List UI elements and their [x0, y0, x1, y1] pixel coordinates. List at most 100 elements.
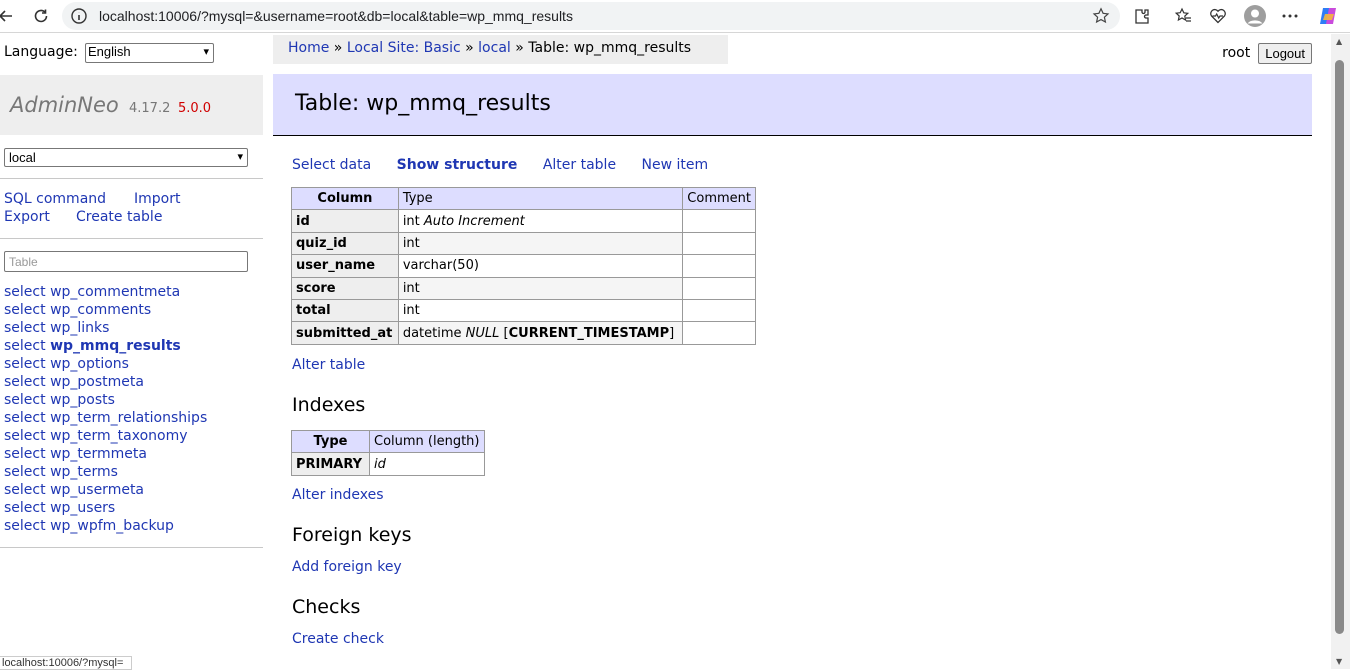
alter-indexes-link[interactable]: Alter indexes	[292, 487, 384, 503]
vertical-scrollbar[interactable]: ▲ ▼	[1331, 34, 1350, 669]
column-type-cell: int	[397, 276, 684, 300]
column-type: varchar(50)	[402, 258, 479, 274]
language-select[interactable]: English ▾	[85, 43, 214, 63]
table-row: quiz_id int	[291, 231, 756, 256]
select-link[interactable]: select	[4, 446, 46, 462]
table-list-item: select wp_termmeta	[4, 445, 207, 463]
page-header: Table: wp_mmq_results	[273, 74, 1312, 136]
select-link[interactable]: select	[4, 356, 46, 372]
column-name: score	[291, 276, 399, 300]
breadcrumb-current: Table: wp_mmq_results	[528, 40, 692, 56]
scroll-down-icon[interactable]: ▼	[1336, 657, 1342, 666]
table-link[interactable]: wp_wpfm_backup	[50, 518, 174, 534]
column-type-cell: int Auto Increment	[397, 209, 684, 233]
reload-icon[interactable]	[29, 4, 53, 28]
back-icon[interactable]	[0, 4, 18, 28]
table-list-item: select wp_wpfm_backup	[4, 517, 207, 535]
table-link-active[interactable]: wp_mmq_results	[50, 338, 181, 354]
breadcrumb-home-link[interactable]: Home	[288, 40, 329, 56]
app-brand: AdminNeo 4.17.2 5.0.0	[0, 75, 263, 135]
extensions-icon[interactable]	[1130, 4, 1154, 28]
new-item-link[interactable]: New item	[642, 157, 709, 173]
select-link[interactable]: select	[4, 482, 46, 498]
alter-table-bottom-link[interactable]: Alter table	[292, 357, 365, 373]
show-structure-link[interactable]: Show structure	[397, 157, 518, 173]
sql-command-link[interactable]: SQL command	[4, 191, 106, 207]
chevron-down-icon: ▾	[237, 151, 243, 163]
new-version-link[interactable]: 5.0.0	[178, 101, 211, 116]
address-bar[interactable]: localhost:10006/?mysql=&username=root&db…	[62, 2, 1120, 30]
site-info-icon[interactable]	[70, 7, 88, 29]
column-comment	[682, 321, 756, 345]
table-link[interactable]: wp_comments	[50, 302, 151, 318]
select-link[interactable]: select	[4, 284, 46, 300]
favorite-star-icon[interactable]	[1092, 7, 1110, 29]
table-link[interactable]: wp_links	[50, 320, 109, 336]
table-link[interactable]: wp_users	[50, 500, 115, 516]
profile-avatar-icon[interactable]	[1243, 4, 1267, 28]
database-select[interactable]: local ▾	[4, 148, 248, 167]
browser-essentials-icon[interactable]	[1206, 4, 1230, 28]
table-filter-input[interactable]: Table	[4, 251, 248, 272]
table-link[interactable]: wp_options	[50, 356, 129, 372]
scroll-up-icon[interactable]: ▲	[1336, 37, 1342, 46]
copilot-icon[interactable]	[1316, 4, 1340, 28]
column-type-cell: int	[397, 231, 684, 256]
url-text[interactable]: localhost:10006/?mysql=&username=root&db…	[99, 8, 573, 24]
table-row: score int	[291, 276, 756, 300]
add-foreign-key-link[interactable]: Add foreign key	[292, 559, 402, 575]
more-options-icon[interactable]	[1278, 4, 1302, 28]
select-link[interactable]: select	[4, 464, 46, 480]
table-link[interactable]: wp_posts	[50, 392, 115, 408]
select-link[interactable]: select	[4, 428, 46, 444]
table-link[interactable]: wp_usermeta	[50, 482, 144, 498]
language-label: Language:	[4, 44, 78, 60]
table-list-item: select wp_options	[4, 355, 207, 373]
table-list-item: select wp_users	[4, 499, 207, 517]
favorites-icon[interactable]	[1171, 4, 1195, 28]
table-link[interactable]: wp_postmeta	[50, 374, 144, 390]
scrollbar-thumb[interactable]	[1335, 60, 1344, 634]
table-list-item: select wp_usermeta	[4, 481, 207, 499]
table-link[interactable]: wp_termmeta	[50, 446, 147, 462]
table-link[interactable]: wp_commentmeta	[50, 284, 180, 300]
table-list-item: select wp_comments	[4, 301, 207, 319]
column-default: CURRENT_TIMESTAMP	[508, 325, 670, 341]
table-list-item: select wp_posts	[4, 391, 207, 409]
index-type-header: Type	[291, 429, 370, 454]
column-extra: Auto Increment	[423, 213, 525, 229]
breadcrumb-separator: »	[333, 40, 343, 56]
columns-table: Column Type Comment id int Auto Incremen…	[291, 186, 756, 345]
import-link[interactable]: Import	[134, 191, 180, 207]
column-type-cell: int	[397, 298, 684, 323]
table-link[interactable]: wp_terms	[50, 464, 118, 480]
select-link[interactable]: select	[4, 518, 46, 534]
breadcrumb-server-link[interactable]: Local Site: Basic	[347, 40, 461, 56]
table-list-item-active: select wp_mmq_results	[4, 337, 207, 355]
select-link[interactable]: select	[4, 500, 46, 516]
table-header-row: Type Column (length)	[291, 429, 485, 454]
table-link[interactable]: wp_term_relationships	[50, 410, 207, 426]
table-link[interactable]: wp_term_taxonomy	[50, 428, 187, 444]
column-type: datetime	[402, 325, 462, 341]
app-name[interactable]: AdminNeo	[10, 93, 119, 117]
table-list-item: select wp_commentmeta	[4, 283, 207, 301]
create-check-link[interactable]: Create check	[292, 631, 384, 647]
logged-user: root Logout	[1222, 42, 1312, 64]
export-link[interactable]: Export	[4, 209, 50, 225]
create-table-link[interactable]: Create table	[76, 209, 162, 225]
select-link[interactable]: select	[4, 302, 46, 318]
select-link[interactable]: select	[4, 320, 46, 336]
select-link[interactable]: select	[4, 410, 46, 426]
username: root	[1222, 45, 1251, 61]
table-filter-placeholder: Table	[9, 255, 38, 269]
breadcrumb-db-link[interactable]: local	[478, 40, 511, 56]
app-version: 4.17.2	[129, 101, 171, 116]
chevron-down-icon: ▾	[203, 46, 209, 58]
logout-button[interactable]: Logout	[1258, 42, 1312, 64]
alter-table-link[interactable]: Alter table	[543, 157, 616, 173]
select-link[interactable]: select	[4, 374, 46, 390]
select-link[interactable]: select	[4, 392, 46, 408]
select-data-link[interactable]: Select data	[292, 157, 371, 173]
select-link[interactable]: select	[4, 338, 46, 354]
